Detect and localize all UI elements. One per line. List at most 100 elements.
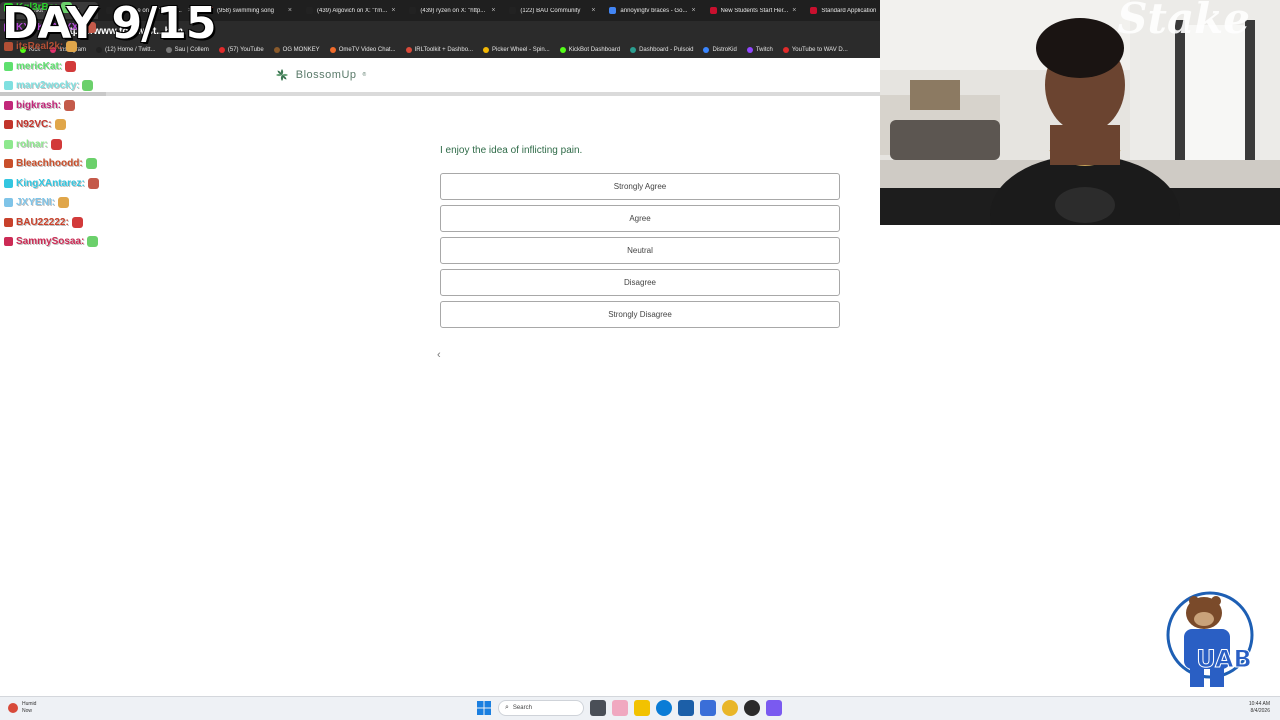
bookmark-favicon-icon bbox=[329, 46, 336, 53]
bookmark-label: (57) YouTube bbox=[227, 46, 264, 53]
chat-badge-icon bbox=[4, 159, 13, 168]
chat-username: rolnar: bbox=[16, 138, 48, 150]
bookmark-item[interactable]: IRLToolkit + Dashbo... bbox=[405, 46, 473, 53]
tab-close-icon[interactable]: × bbox=[691, 7, 695, 14]
chat-username: mericKat: bbox=[16, 60, 63, 72]
chat-badge-icon bbox=[4, 81, 13, 90]
bookmark-item[interactable]: (57) YouTube bbox=[218, 46, 264, 53]
quiz-progress-fill bbox=[0, 92, 106, 96]
bookmark-favicon-icon bbox=[559, 46, 566, 53]
bookmark-favicon-icon bbox=[273, 46, 280, 53]
task-view-icon[interactable] bbox=[590, 700, 606, 716]
search-placeholder: Search bbox=[512, 705, 532, 711]
bookmark-label: Dashboard - Pulsoid bbox=[639, 46, 694, 53]
brand-mark: ® bbox=[362, 72, 367, 78]
browser-tab[interactable]: (439) Algovich on X: "I'm... × bbox=[300, 2, 401, 19]
site-logo[interactable]: BlossomUp ® bbox=[274, 67, 366, 83]
quiz-progress-bar bbox=[0, 92, 880, 96]
tab-label: New Students Start Her... bbox=[720, 7, 789, 14]
bookmark-item[interactable]: Dashboard - Pulsoid bbox=[630, 46, 694, 53]
chrome-browser-icon[interactable] bbox=[722, 700, 738, 716]
tab-close-icon[interactable]: × bbox=[792, 7, 796, 14]
bookmark-favicon-icon bbox=[630, 46, 637, 53]
tab-close-icon[interactable]: × bbox=[491, 7, 495, 14]
chat-username: KingXAntarez: bbox=[16, 177, 85, 189]
site-header: BlossomUp ® bbox=[0, 58, 880, 92]
tab-close-icon[interactable]: × bbox=[391, 7, 395, 14]
weather-widget[interactable]: Humid Now bbox=[8, 701, 36, 715]
bookmark-favicon-icon bbox=[703, 46, 710, 53]
tab-favicon-icon bbox=[306, 7, 313, 14]
chat-badge-icon bbox=[4, 61, 13, 71]
stream-frame: IRLToolkit + Dashboard × (438) jae on X: "… bbox=[0, 0, 1280, 720]
chat-badge-icon bbox=[4, 237, 13, 246]
store-icon[interactable] bbox=[678, 700, 694, 716]
uab-mascot-logo: UAB bbox=[1166, 591, 1254, 687]
file-explorer-icon[interactable] bbox=[634, 700, 650, 716]
back-chevron-icon[interactable]: ‹ bbox=[437, 349, 441, 361]
chat-badge-icon bbox=[4, 139, 13, 149]
chat-username: JXYENI: bbox=[16, 197, 55, 208]
bookmark-label: Picker Wheel - Spin... bbox=[492, 46, 550, 53]
brand-name: BlossomUp bbox=[295, 69, 357, 81]
tab-label: (122) BAU Community bbox=[520, 7, 581, 14]
browser-tab[interactable]: (122) BAU Community × bbox=[503, 2, 601, 19]
chat-message: rolnar: bbox=[4, 138, 62, 150]
answer-neutral[interactable]: Neutral bbox=[440, 237, 840, 264]
taskbar-search[interactable]: ⌕ Search bbox=[498, 700, 584, 716]
chat-badge-icon bbox=[4, 100, 13, 110]
obs-app-icon[interactable] bbox=[744, 700, 760, 716]
browser-tab[interactable]: (439) ryzen on X: "http... × bbox=[403, 2, 501, 19]
bookmark-item[interactable]: Twitch bbox=[746, 46, 773, 53]
bookmark-item[interactable]: DistroKid bbox=[703, 46, 737, 53]
mascot-text: UAB bbox=[1196, 645, 1252, 673]
browser-tab[interactable]: Standard Application× bbox=[804, 2, 880, 19]
chat-message: bigkrash: bbox=[4, 99, 76, 111]
chat-message: N92VC: bbox=[4, 119, 66, 130]
stake-sponsor-logo: Stake bbox=[1117, 0, 1250, 43]
chat-username: bigkrash: bbox=[16, 99, 62, 111]
webcam-feed: Stake bbox=[880, 0, 1280, 225]
bookmark-item[interactable]: OmeTV Video Chat... bbox=[329, 46, 396, 53]
tab-label: Standard Application bbox=[821, 7, 877, 14]
chat-username: N92VC: bbox=[16, 119, 52, 130]
tab-favicon-icon bbox=[609, 7, 617, 14]
chat-message: BAU22222: bbox=[4, 216, 83, 228]
day-counter-title: DAY 9/15 bbox=[2, 0, 216, 49]
tool-app-icon[interactable] bbox=[700, 700, 716, 716]
chat-emote-icon bbox=[87, 177, 99, 189]
chat-emote-icon bbox=[54, 119, 66, 130]
tab-close-icon[interactable]: × bbox=[591, 7, 595, 14]
chat-username: Bleachhoodd: bbox=[16, 158, 83, 169]
windows-taskbar: Humid Now ⌕ Search 10:44 AM 8/4/2026 bbox=[0, 696, 1280, 720]
answer-agree[interactable]: Agree bbox=[440, 205, 840, 232]
clock-time: 10:44 AM bbox=[1248, 701, 1270, 707]
answer-strongly-disagree[interactable]: Strongly Disagree bbox=[440, 301, 840, 328]
tab-close-icon[interactable]: × bbox=[288, 7, 292, 14]
browser-tab[interactable]: annoyingtv braces - Go... × bbox=[603, 2, 701, 19]
answer-disagree[interactable]: Disagree bbox=[440, 269, 840, 296]
chat-username: marv2wocky: bbox=[16, 80, 80, 91]
bookmark-item[interactable]: OG MONKEY bbox=[273, 46, 320, 53]
tab-label: annoyingtv braces - Go... bbox=[620, 7, 688, 14]
answer-strongly-agree[interactable]: Strongly Agree bbox=[440, 173, 840, 200]
bookmark-label: DistroKid bbox=[712, 46, 737, 53]
discord-app-icon[interactable] bbox=[766, 700, 782, 716]
chat-username: SammySosaa: bbox=[16, 236, 85, 247]
browser-tab[interactable]: New Students Start Her... × bbox=[704, 2, 803, 19]
bookmark-item[interactable]: KickBot Dashboard bbox=[559, 46, 620, 53]
taskbar-center: ⌕ Search bbox=[476, 700, 782, 716]
bookmark-item[interactable]: YouTube to WAV D... bbox=[782, 46, 848, 53]
chat-message: SammySosaa: bbox=[4, 236, 99, 247]
chat-emote-icon bbox=[87, 236, 99, 247]
edge-browser-icon[interactable] bbox=[656, 700, 672, 716]
chat-badge-icon bbox=[4, 178, 13, 188]
bookmark-item[interactable]: Picker Wheel - Spin... bbox=[483, 46, 550, 53]
tab-favicon-icon bbox=[810, 7, 818, 14]
quiz-question: I enjoy the idea of inflicting pain. bbox=[440, 145, 583, 156]
paint-app-icon[interactable] bbox=[612, 700, 628, 716]
windows-start-icon[interactable] bbox=[476, 700, 492, 716]
system-clock[interactable]: 10:44 AM 8/4/2026 bbox=[1249, 701, 1270, 715]
blossom-leaf-icon bbox=[275, 69, 288, 81]
chat-message: KingXAntarez: bbox=[4, 177, 99, 189]
